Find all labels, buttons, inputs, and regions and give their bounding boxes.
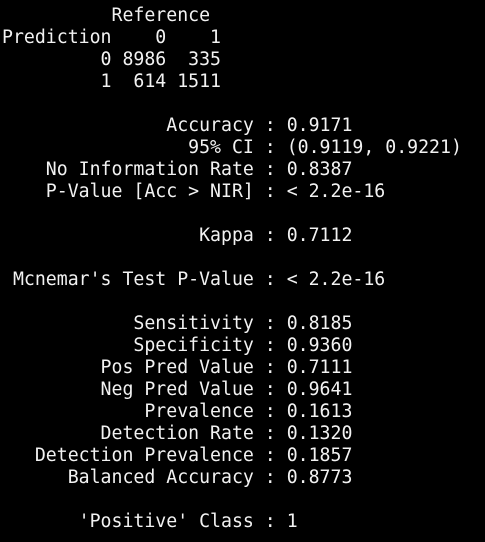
reference-header: Reference: [2, 5, 211, 26]
accuracy-line: Accuracy : 0.9171: [2, 115, 353, 136]
console-output: Reference Prediction 0 1 0 8986 335 1 61…: [0, 0, 485, 542]
positive-class-line: 'Positive' Class : 1: [2, 511, 298, 532]
detection-rate-line: Detection Rate : 0.1320: [2, 423, 353, 444]
specificity-line: Specificity : 0.9360: [2, 335, 353, 356]
detection-prevalence-line: Detection Prevalence : 0.1857: [2, 445, 353, 466]
prediction-header: Prediction 0 1: [2, 27, 221, 48]
kappa-line: Kappa : 0.7112: [2, 225, 353, 246]
mcnemar-line: Mcnemar's Test P-Value : < 2.2e-16: [2, 269, 386, 290]
balanced-accuracy-line: Balanced Accuracy : 0.8773: [2, 467, 353, 488]
pos-pred-line: Pos Pred Value : 0.7111: [2, 357, 353, 378]
prevalence-line: Prevalence : 0.1613: [2, 401, 353, 422]
sensitivity-line: Sensitivity : 0.8185: [2, 313, 353, 334]
matrix-row-0: 0 8986 335: [2, 49, 221, 70]
pvalue-line: P-Value [Acc > NIR] : < 2.2e-16: [2, 181, 386, 202]
neg-pred-line: Neg Pred Value : 0.9641: [2, 379, 353, 400]
matrix-row-1: 1 614 1511: [2, 71, 221, 92]
nir-line: No Information Rate : 0.8387: [2, 159, 353, 180]
ci-line: 95% CI : (0.9119, 0.9221): [2, 137, 462, 158]
